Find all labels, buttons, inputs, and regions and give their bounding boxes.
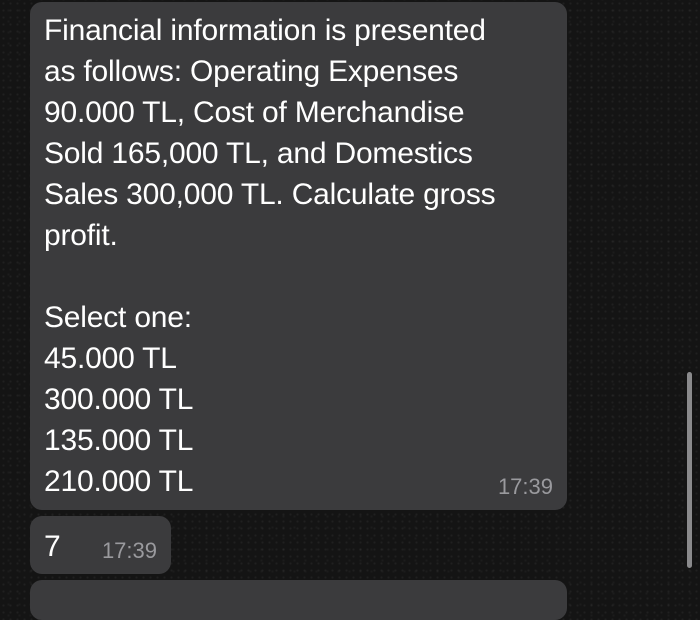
option-item: 135.000 TL (44, 424, 194, 457)
chat-area: Financial information is presented as fo… (0, 0, 700, 620)
message-timestamp: 17:39 (101, 538, 157, 563)
question-line-3: 90.000 TL, Cost of Merchandise (44, 96, 465, 129)
question-line-4: Sold 165,000 TL, and Domestics (44, 137, 473, 170)
question-line-1: Financial information is presented (44, 14, 486, 47)
options-heading: Select one: (44, 301, 192, 334)
message-timestamp: 17:39 (497, 474, 553, 499)
option-item: 300.000 TL (44, 383, 194, 416)
question-line-2: as follows: Operating Expenses (44, 55, 459, 88)
option-item: 45.000 TL (44, 342, 177, 375)
message-text: 7 (44, 530, 61, 563)
message-bubble[interactable]: 7 17:39 (30, 516, 171, 574)
message-bubble-partial[interactable] (30, 580, 567, 620)
scrollbar-thumb[interactable] (687, 372, 692, 568)
message-text: Financial information is presented as fo… (44, 10, 551, 502)
option-item: 210.000 TL (44, 465, 194, 498)
question-line-5: Sales 300,000 TL. Calculate gross (44, 178, 496, 211)
message-bubble[interactable]: Financial information is presented as fo… (30, 2, 567, 510)
question-line-6: profit. (44, 219, 118, 252)
